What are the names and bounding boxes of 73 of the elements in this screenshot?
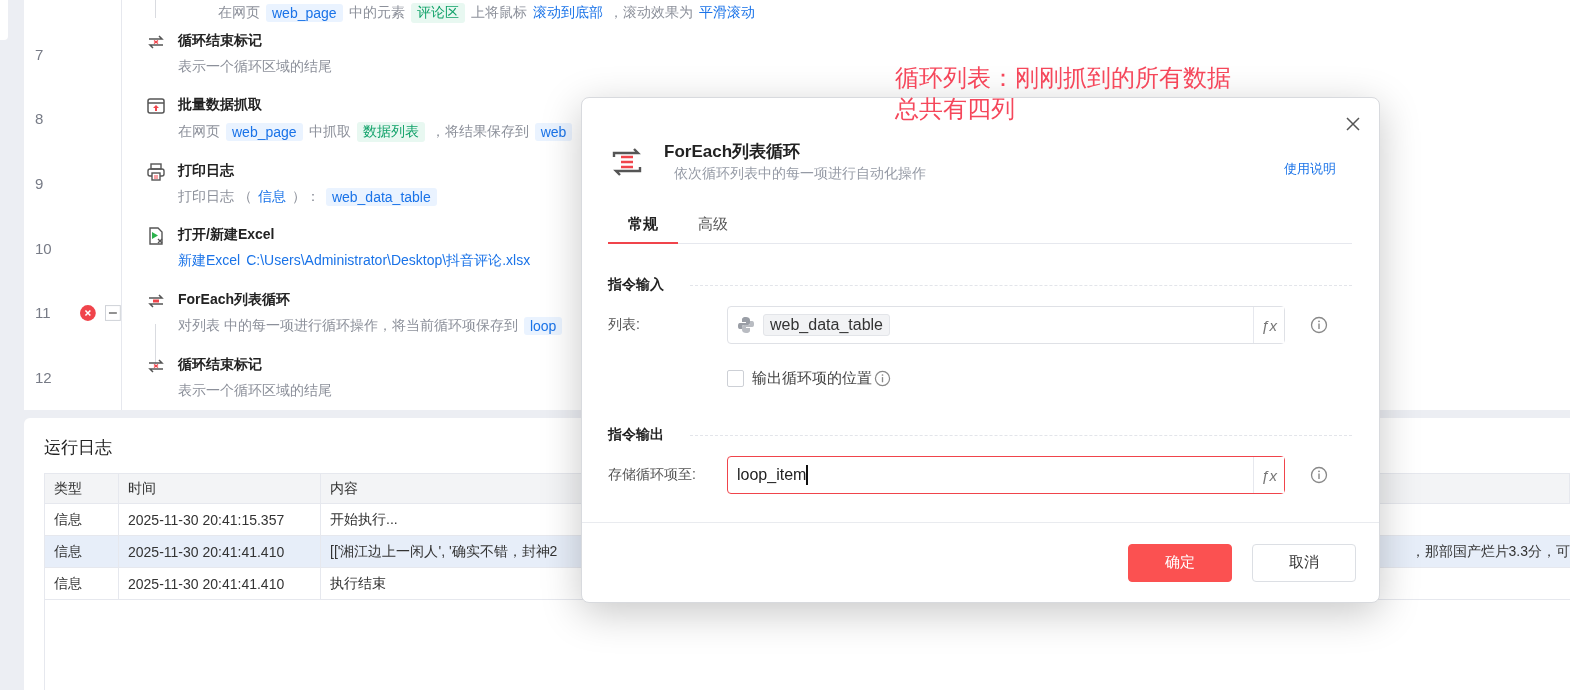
table-cell: 执行结束 xyxy=(330,574,386,593)
formula-button[interactable]: ƒx xyxy=(1253,457,1284,493)
element-tag: 数据列表 xyxy=(356,122,425,142)
table-cell: 开始执行... xyxy=(330,510,398,529)
variable-tag: web_data_table xyxy=(763,314,890,336)
table-cell: 信息 xyxy=(45,504,119,535)
element-tag: 评论区 xyxy=(410,3,465,23)
table-cell: 2025-11-30 20:41:41.410 xyxy=(119,568,321,599)
step-description: 对列表 中的每一项进行循环操作，将当前循环项保存到 xyxy=(178,317,518,335)
step-description: ，将结果保存到 xyxy=(430,123,529,141)
info-icon[interactable] xyxy=(874,370,891,387)
line-number: 8 xyxy=(35,110,45,128)
help-link[interactable]: 使用说明 xyxy=(1284,159,1336,178)
tab[interactable]: 常规 xyxy=(608,215,678,244)
parameter-link[interactable]: 信息 xyxy=(257,187,286,206)
close-icon[interactable] xyxy=(1345,116,1361,132)
table-cell: 2025-11-30 20:41:15.357 xyxy=(119,504,321,535)
step-description: 中抓取 xyxy=(308,123,351,141)
column-header: 时间 xyxy=(119,474,321,503)
step-description: ，滚动效果为 xyxy=(608,4,693,22)
parameter-link[interactable]: C:\Users\Administrator\Desktop\抖音评论.xlsx xyxy=(246,252,531,271)
step-description: 表示一个循环区域的结尾 xyxy=(178,58,332,77)
window-upload-icon xyxy=(146,96,166,116)
table-cell: 信息 xyxy=(45,536,119,567)
parameter-link[interactable]: 平滑滚动 xyxy=(698,4,755,22)
variable-tag: web_data_table xyxy=(325,187,437,206)
info-icon[interactable] xyxy=(1310,316,1328,334)
table-cell: 2025-11-30 20:41:41.410 xyxy=(119,536,321,567)
text-cursor xyxy=(806,465,809,485)
formula-button[interactable]: ƒx xyxy=(1253,307,1284,343)
checkbox[interactable] xyxy=(727,370,744,387)
line-number: 10 xyxy=(35,239,53,257)
variable-tag: web_page xyxy=(266,4,343,22)
line-number: 11 xyxy=(35,304,52,322)
step-title[interactable]: 循环结束标记 xyxy=(178,32,1570,53)
parameter-link[interactable]: 新建Excel xyxy=(178,252,241,271)
field-label: 列表: xyxy=(608,316,641,334)
section-title: 指令输出 xyxy=(608,426,664,444)
annotation-text: 循环列表：刚刚抓到的所有数据 xyxy=(895,63,1231,93)
collapse-toggle-icon[interactable] xyxy=(105,305,121,321)
line-number: 7 xyxy=(35,45,45,63)
line-number: 12 xyxy=(35,369,53,387)
column-header: 类型 xyxy=(45,474,119,503)
step-description: 打印日志 （ xyxy=(178,187,252,206)
tab[interactable]: 高级 xyxy=(678,215,748,244)
step-description: 中的元素 xyxy=(348,4,405,22)
table-cell: 信息 xyxy=(45,568,119,599)
table-cell: ，那部国产烂片3.3分，可 xyxy=(1410,542,1570,561)
printer-icon xyxy=(146,161,166,182)
input-field[interactable]: web_data_table ƒx xyxy=(727,306,1285,344)
spreadsheet-file-icon xyxy=(146,226,166,247)
parameter-link[interactable]: 滚动到底部 xyxy=(532,4,603,22)
step-description: 上将鼠标 xyxy=(470,4,527,22)
checkbox-label[interactable]: 输出循环项的位置 xyxy=(752,369,872,388)
loop-list-icon xyxy=(610,146,644,177)
variable-tag: web_page xyxy=(226,123,303,141)
step-description: 表示一个循环区域的结尾 xyxy=(178,381,332,400)
annotation-text: 总共有四列 xyxy=(895,94,1016,124)
cancel-button[interactable]: 取消 xyxy=(1252,543,1356,582)
dialog-subtitle: 依次循环列表中的每一项进行自动化操作 xyxy=(673,165,927,183)
step-description: ）： xyxy=(291,187,320,206)
input-field[interactable]: loop_item ƒx xyxy=(727,456,1285,494)
info-icon[interactable] xyxy=(1310,466,1328,484)
section-title: 指令输入 xyxy=(608,276,664,294)
table-cell: [['湘江边上一闲人', '确实不错，封神2 xyxy=(330,542,558,561)
panel-title: 运行日志 xyxy=(44,437,112,459)
variable-tag: web xyxy=(534,123,573,141)
python-icon xyxy=(737,316,755,334)
step-description: 在网页 xyxy=(178,123,220,141)
step-description: 在网页 xyxy=(218,4,260,22)
variable-tag: loop xyxy=(523,317,563,335)
line-number: 9 xyxy=(35,175,45,193)
dialog-title: ForEach列表循环 xyxy=(664,141,802,163)
